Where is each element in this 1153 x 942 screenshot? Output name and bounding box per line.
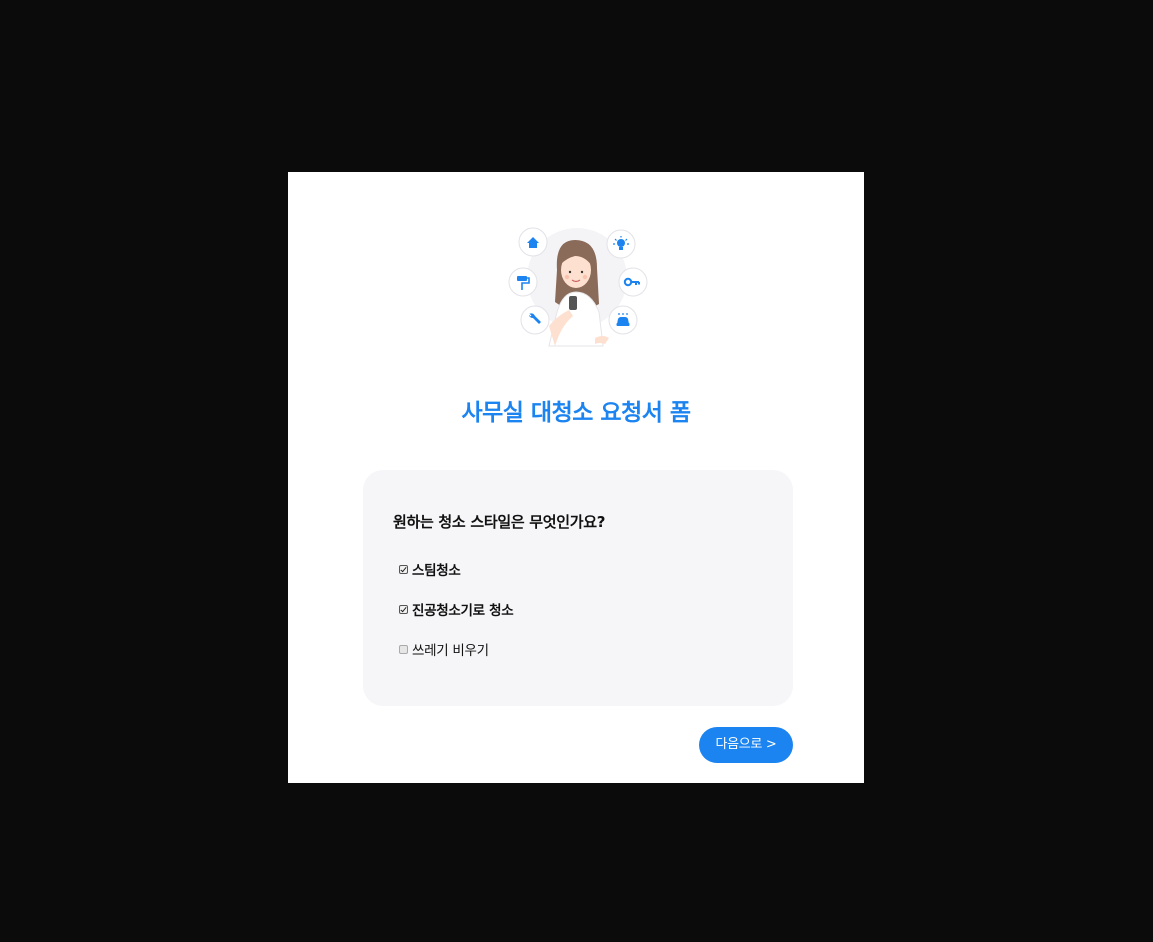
- question-text: 원하는 청소 스타일은 무엇인가요?: [393, 513, 606, 531]
- paint-roller-icon: [508, 267, 538, 297]
- option-steam-cleaning[interactable]: 스팀청소: [399, 559, 461, 579]
- wrench-icon: [520, 305, 550, 335]
- option-label: 쓰레기 비우기: [412, 643, 489, 659]
- key-icon: [618, 267, 648, 297]
- option-vacuum-cleaning[interactable]: 진공청소기로 청소: [399, 599, 514, 619]
- option-label: 스팀청소: [412, 563, 461, 579]
- option-empty-trash[interactable]: 쓰레기 비우기: [399, 639, 489, 659]
- hero-illustration: [508, 227, 648, 347]
- lightbulb-icon: [606, 229, 636, 259]
- form-card: 사무실 대청소 요청서 폼 원하는 청소 스타일은 무엇인가요? 스팀청소 진공…: [288, 172, 864, 783]
- option-checkbox[interactable]: [399, 604, 408, 614]
- question-panel: 원하는 청소 스타일은 무엇인가요? 스팀청소 진공청소기로 청소 쓰레기 비우…: [363, 470, 793, 706]
- home-icon: [518, 227, 548, 257]
- phone-shape: [569, 296, 577, 310]
- option-checkbox[interactable]: [399, 564, 408, 574]
- form-title: 사무실 대청소 요청서 폼: [461, 400, 691, 426]
- car-wash-icon: [608, 305, 638, 335]
- option-checkbox[interactable]: [399, 644, 408, 654]
- option-label: 진공청소기로 청소: [412, 603, 514, 619]
- next-button[interactable]: 다음으로 >: [699, 727, 793, 763]
